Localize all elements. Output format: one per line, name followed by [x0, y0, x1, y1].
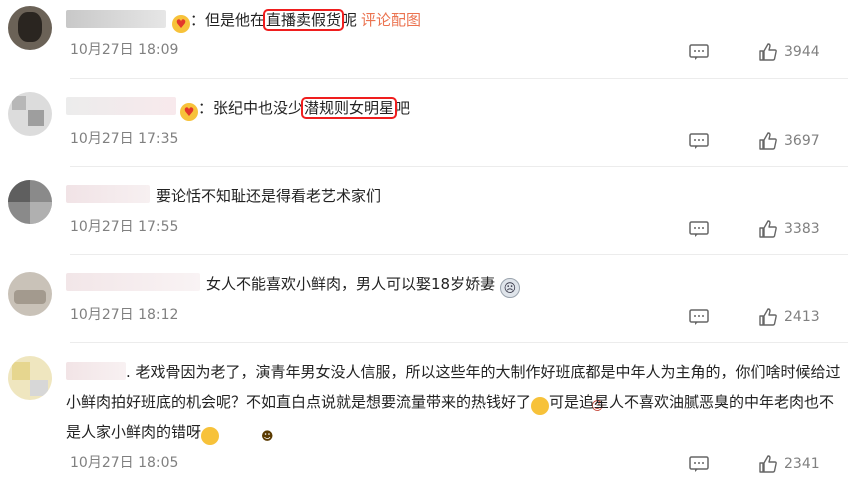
- avatar-pixel: [28, 110, 44, 126]
- like-button[interactable]: 2341: [758, 454, 820, 474]
- divider: [70, 78, 848, 79]
- comment-text: ♥ ：张纪中也没少潜规则女明星吧: [180, 93, 410, 123]
- comment-text: . 老戏骨因为老了，演青年男女没人信服，所以这些年的大制作好班底都是中年人为主角…: [66, 357, 846, 447]
- comment-icon[interactable]: [689, 133, 709, 149]
- like-count: 2413: [784, 309, 820, 325]
- comment-icon[interactable]: [689, 309, 709, 325]
- comment-date: 10月27日 18:12: [70, 307, 179, 323]
- comment-date: 10月27日 18:05: [70, 455, 179, 471]
- comment-icon[interactable]: [689, 44, 709, 60]
- comment-text: 女人不能喜欢小鲜肉，男人可以娶18岁娇妻 ☹: [206, 269, 520, 299]
- comment-icon[interactable]: [689, 221, 709, 237]
- comment-text-part: ：但是他在: [190, 11, 266, 29]
- yum-face-emoji-icon: ☺: [531, 397, 604, 415]
- like-button[interactable]: 3383: [758, 219, 820, 239]
- avatar-pixel: [12, 362, 30, 380]
- like-count: 3383: [784, 221, 820, 237]
- avatar[interactable]: [8, 92, 52, 136]
- avatar-pixel: [14, 290, 46, 304]
- comment-text: 要论恬不知耻还是得看老艺术家们: [156, 187, 382, 205]
- username-blurred[interactable]: [66, 97, 176, 115]
- like-count: 3944: [784, 44, 820, 60]
- username-blurred[interactable]: [66, 185, 150, 203]
- comment-date: 10月27日 17:35: [70, 131, 179, 147]
- avatar[interactable]: [8, 272, 52, 316]
- thumbs-up-icon: [759, 43, 777, 61]
- username-blurred[interactable]: [66, 273, 200, 291]
- avatar-pixel: [12, 96, 26, 110]
- avatar-pixel: [8, 180, 30, 202]
- heart-eyes-emoji-icon: ♥: [172, 15, 190, 33]
- comment-text: ♥ ：但是他在直播卖假货呢 评论配图: [172, 5, 421, 35]
- thumbs-up-icon: [759, 308, 777, 326]
- avatar[interactable]: [8, 356, 52, 400]
- thumbs-up-icon: [759, 455, 777, 473]
- highlighted-phrase: 直播卖假货: [263, 9, 345, 31]
- divider: [70, 342, 848, 343]
- avatar[interactable]: [8, 6, 52, 50]
- comment-text-part: 呢: [342, 11, 358, 29]
- thumbs-up-icon: [759, 132, 777, 150]
- avatar-pixel: [30, 380, 48, 396]
- comment-date: 10月27日 18:09: [70, 42, 179, 58]
- comment-text-part: ：张纪中也没少: [198, 99, 304, 117]
- image-link[interactable]: 评论配图: [361, 11, 421, 29]
- shocked-face-emoji-icon: ☹: [499, 278, 520, 298]
- comment-date: 10月27日 17:55: [70, 219, 179, 235]
- like-button[interactable]: 3697: [758, 131, 820, 151]
- avatar-image: [18, 12, 42, 42]
- divider: [70, 166, 848, 167]
- heart-eyes-emoji-icon: ♥: [180, 103, 198, 121]
- comment-icon[interactable]: [689, 456, 709, 472]
- thumbs-up-icon: [759, 220, 777, 238]
- avatar[interactable]: [8, 180, 52, 224]
- highlighted-phrase: 潜规则女明星: [301, 97, 398, 119]
- comment-text-part: 女人不能喜欢小鲜肉，男人可以娶18岁娇妻: [206, 275, 496, 293]
- username-blurred[interactable]: [66, 10, 166, 28]
- divider: [70, 254, 848, 255]
- comment-text-part: 吧: [395, 99, 411, 117]
- laughing-face-emoji-icon: ☻: [201, 427, 274, 445]
- like-count: 3697: [784, 133, 820, 149]
- like-count: 2341: [784, 456, 820, 472]
- like-button[interactable]: 3944: [758, 42, 820, 62]
- avatar-pixel: [30, 202, 52, 224]
- like-button[interactable]: 2413: [758, 307, 820, 327]
